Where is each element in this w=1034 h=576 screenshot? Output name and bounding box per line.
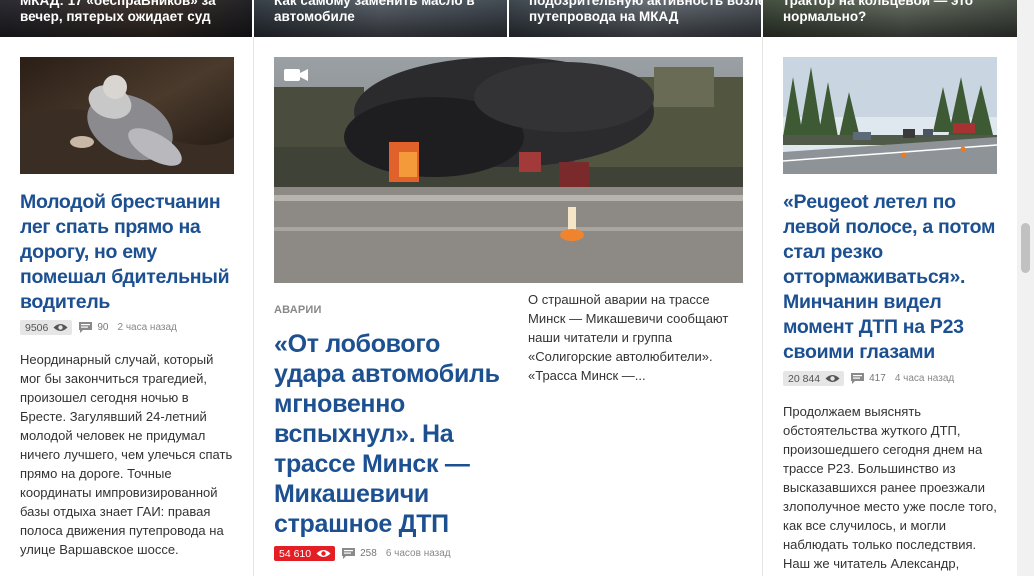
comments-link[interactable]: 258 — [342, 548, 377, 559]
article-time: 2 часа назад — [117, 322, 177, 333]
top-news-title[interactable]: подозрительную активность возле путепров… — [529, 0, 761, 25]
top-news-tile[interactable]: трактор на кольцевой — это нормально? — [763, 0, 1017, 37]
views-count: 54 610 — [279, 547, 312, 560]
views-count: 20 844 — [788, 372, 821, 385]
top-news-tile[interactable]: Как самому заменить масло в автомобиле — [254, 0, 509, 37]
eye-icon — [53, 324, 68, 331]
views-count: 9506 — [25, 321, 49, 334]
article-time: 6 часов назад — [385, 548, 451, 559]
comments-link[interactable]: 90 — [79, 322, 108, 333]
eye-icon — [825, 375, 840, 382]
article-headline[interactable]: «Peugeot летел по левой полосе, а потом … — [783, 190, 997, 365]
comment-icon — [342, 548, 356, 559]
article-lead: О страшной аварии на трассе Минск — Мика… — [528, 292, 729, 383]
comments-link[interactable]: 417 — [851, 373, 886, 384]
views-badge: 20 844 — [783, 371, 845, 386]
article-meta: 9506 90 2 часа назад — [20, 320, 234, 335]
top-news-title[interactable]: Как самому заменить масло в автомобиле — [274, 0, 499, 25]
page-scrollbar[interactable] — [1017, 0, 1034, 576]
article-image[interactable] — [783, 57, 997, 174]
article-lead: Продолжаем выяснять обстоятельства жутко… — [783, 404, 997, 571]
column-divider — [762, 37, 763, 576]
comments-count: 90 — [97, 322, 109, 333]
article-video-frame — [274, 57, 743, 283]
right-article: «Peugeot летел по левой полосе, а потом … — [783, 57, 997, 573]
article-headline[interactable]: «От лобового удара автомобиль мгновенно … — [274, 329, 509, 539]
views-badge: 54 610 — [274, 546, 336, 561]
scrollbar-thumb[interactable] — [1021, 223, 1030, 273]
article-image[interactable] — [274, 57, 743, 283]
top-news-tile[interactable]: МКАД: 17 «беспраВников» за вечер, пятеры… — [0, 0, 254, 37]
comment-icon — [851, 373, 865, 384]
center-article: АВАРИИ «От лобового удара автомобиль мгн… — [274, 57, 743, 561]
video-camera-icon — [284, 69, 308, 81]
article-time: 4 часа назад — [894, 373, 955, 384]
comments-count: 258 — [360, 548, 377, 559]
article-photo — [20, 57, 234, 174]
top-news-tile[interactable]: подозрительную активность возле путепров… — [509, 0, 763, 37]
article-image[interactable] — [20, 57, 234, 174]
article-lead: Неординарный случай, который мог бы зако… — [20, 352, 233, 557]
comment-icon — [79, 322, 93, 333]
eye-icon — [316, 550, 331, 557]
views-badge: 9506 — [20, 320, 73, 335]
article-headline[interactable]: Молодой брестчанин лег спать прямо на до… — [20, 190, 234, 315]
top-news-title[interactable]: трактор на кольцевой — это нормально? — [783, 0, 1009, 25]
article-photo — [783, 57, 997, 174]
article-meta: 54 610 258 6 часов назад — [274, 546, 509, 561]
top-news-title[interactable]: МКАД: 17 «беспраВников» за вечер, пятеры… — [20, 0, 244, 25]
comments-count: 417 — [869, 373, 886, 384]
column-divider — [253, 37, 254, 576]
left-article: Молодой брестчанин лег спать прямо на до… — [20, 57, 234, 559]
article-meta: 20 844 417 4 часа назад — [783, 371, 997, 386]
top-news-strip: МКАД: 17 «беспраВников» за вечер, пятеры… — [0, 0, 1017, 37]
